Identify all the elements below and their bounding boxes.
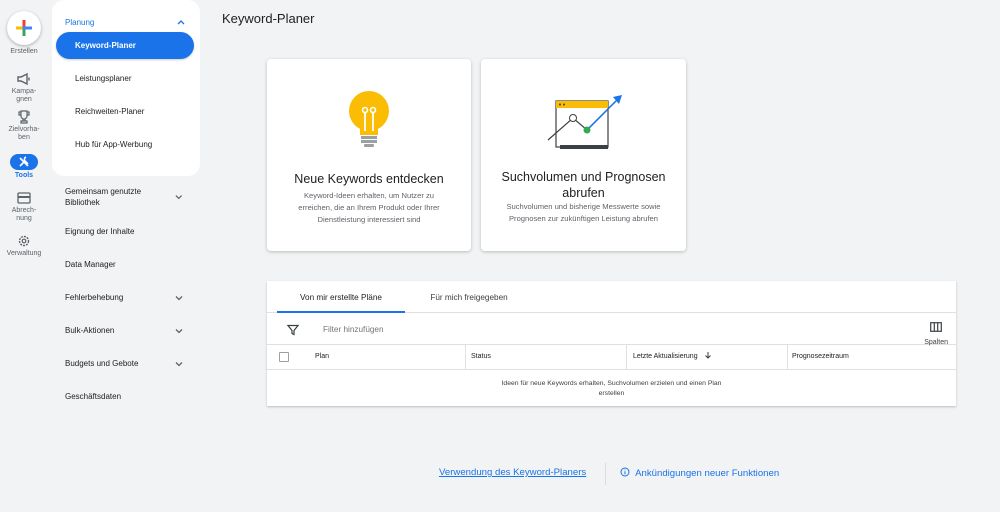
gear-icon: [18, 235, 30, 247]
rail-item-tools[interactable]: Tools: [0, 154, 48, 180]
keyword-planner-usage-link[interactable]: Verwendung des Keyword-Planers: [439, 467, 586, 478]
plus-icon: [16, 20, 32, 36]
col-divider: [787, 345, 788, 369]
rail-label-billing: Abrech- nung: [11, 207, 37, 222]
chevron-down-icon: [175, 195, 183, 200]
discover-keywords-title: Neue Keywords entdecken: [294, 172, 444, 186]
left-rail: Erstellen Kampa- gnen Zielvorha- ben Too…: [0, 0, 48, 512]
rail-label-tools: Tools: [14, 172, 34, 179]
tools-pill: [10, 154, 38, 170]
rail-item-billing[interactable]: Abrech- nung: [0, 191, 48, 223]
col-last-updated[interactable]: Letzte Aktualisierung: [633, 345, 712, 369]
col-last-updated-label: Letzte Aktualisierung: [633, 353, 698, 360]
col-divider: [626, 345, 627, 369]
nav-group-budgets-bids[interactable]: Budgets und Gebote: [52, 347, 200, 380]
tab-my-plans[interactable]: Von mir erstellte Pläne: [277, 281, 405, 313]
nav-group-content-suitability[interactable]: Eignung der Inhalte: [52, 215, 200, 248]
select-all-checkbox[interactable]: [279, 352, 289, 362]
planning-section: Planung Keyword-Planer Leistungsplaner R…: [52, 0, 200, 176]
rail-item-goals[interactable]: Zielvorha- ben: [0, 110, 48, 142]
megaphone-icon: [17, 72, 30, 86]
content-suitability-label: Eignung der Inhalte: [65, 227, 135, 236]
discover-keywords-card[interactable]: Neue Keywords entdecken Keyword-Ideen er…: [267, 59, 471, 251]
columns-icon: [930, 322, 943, 332]
create-button[interactable]: [7, 11, 41, 45]
chevron-up-icon: [177, 20, 185, 25]
business-data-label: Geschäftsdaten: [65, 392, 122, 401]
bulk-actions-label: Bulk-Aktionen: [65, 326, 115, 335]
credit-card-icon: [17, 192, 31, 204]
empty-state-label: Ideen für neue Keywords erhalten, Suchvo…: [501, 380, 722, 397]
rail-label-campaigns: Kampa- gnen: [11, 88, 37, 103]
chevron-down-icon: [175, 295, 183, 300]
trophy-icon: [18, 110, 30, 124]
nav-item-performance-planner[interactable]: Leistungsplaner: [56, 65, 194, 92]
shared-library-label: Gemeinsam genutzte Bibliothek: [65, 187, 142, 207]
columns-button[interactable]: Spalten: [924, 319, 948, 346]
nav-group-troubleshooting[interactable]: Fehlerbehebung: [52, 281, 200, 314]
data-manager-label: Data Manager: [65, 260, 116, 269]
footer-divider: [605, 463, 606, 485]
chevron-down-icon: [175, 328, 183, 333]
search-volume-title: Suchvolumen und Prognosen abrufen: [501, 170, 666, 200]
nav-item-reach-planner[interactable]: Reichweiten-Planer: [56, 98, 194, 125]
tools-nav: Planung Keyword-Planer Leistungsplaner R…: [52, 0, 200, 413]
page-title: Keyword-Planer: [222, 11, 315, 26]
search-volume-card[interactable]: Suchvolumen und Prognosen abrufen Suchvo…: [481, 59, 686, 251]
empty-state-text: Ideen für neue Keywords erhalten, Suchvo…: [267, 370, 956, 399]
planning-label: Planung: [65, 17, 95, 27]
announcements-label: Ankündigungen neuer Funktionen: [635, 468, 780, 479]
discover-keywords-desc: Keyword-Ideen erhalten, um Nutzer zu err…: [298, 191, 440, 224]
col-status[interactable]: Status: [471, 345, 491, 369]
lightbulb-icon: [349, 91, 389, 147]
tab-shared-with-me[interactable]: Für mich freigegeben: [405, 281, 533, 313]
nav-item-app-hub[interactable]: Hub für App-Werbung: [56, 131, 194, 158]
planning-header[interactable]: Planung: [52, 12, 200, 32]
plans-panel: Von mir erstellte Pläne Für mich freigeg…: [267, 281, 956, 406]
nav-group-data-manager[interactable]: Data Manager: [52, 248, 200, 281]
nav-item-keyword-planner[interactable]: Keyword-Planer: [56, 32, 194, 59]
troubleshooting-label: Fehlerbehebung: [65, 293, 124, 302]
rail-label-goals: Zielvorha- ben: [8, 126, 40, 141]
plans-tabs: Von mir erstellte Pläne Für mich freigeg…: [267, 281, 956, 313]
plans-table-header: Plan Status Letzte Aktualisierung Progno…: [267, 345, 956, 370]
tools-icon: [19, 156, 29, 167]
arrow-down-icon: [704, 352, 711, 359]
col-plan[interactable]: Plan: [315, 345, 329, 369]
create-label: Erstellen: [10, 48, 38, 55]
filter-row: Spalten: [267, 313, 956, 346]
col-forecast-period[interactable]: Prognosezeitraum: [792, 345, 849, 369]
nav-group-shared-library[interactable]: Gemeinsam genutzte Bibliothek: [52, 179, 200, 215]
filter-icon[interactable]: [287, 324, 299, 336]
rail-label-admin: Verwaltung: [6, 250, 42, 257]
filter-input[interactable]: [323, 322, 623, 337]
col-divider: [465, 345, 466, 369]
rail-item-admin[interactable]: Verwaltung: [0, 234, 48, 258]
budgets-bids-label: Budgets und Gebote: [65, 359, 139, 368]
chevron-down-icon: [175, 361, 183, 366]
search-volume-desc: Suchvolumen und bisherige Messwerte sowi…: [506, 202, 661, 223]
announcements-link[interactable]: Ankündigungen neuer Funktionen: [620, 467, 779, 479]
info-icon: [620, 467, 630, 477]
nav-group-bulk-actions[interactable]: Bulk-Aktionen: [52, 314, 200, 347]
rail-item-campaigns[interactable]: Kampa- gnen: [0, 72, 48, 104]
growth-chart-icon: [547, 95, 622, 149]
nav-group-business-data[interactable]: Geschäftsdaten: [52, 380, 200, 413]
